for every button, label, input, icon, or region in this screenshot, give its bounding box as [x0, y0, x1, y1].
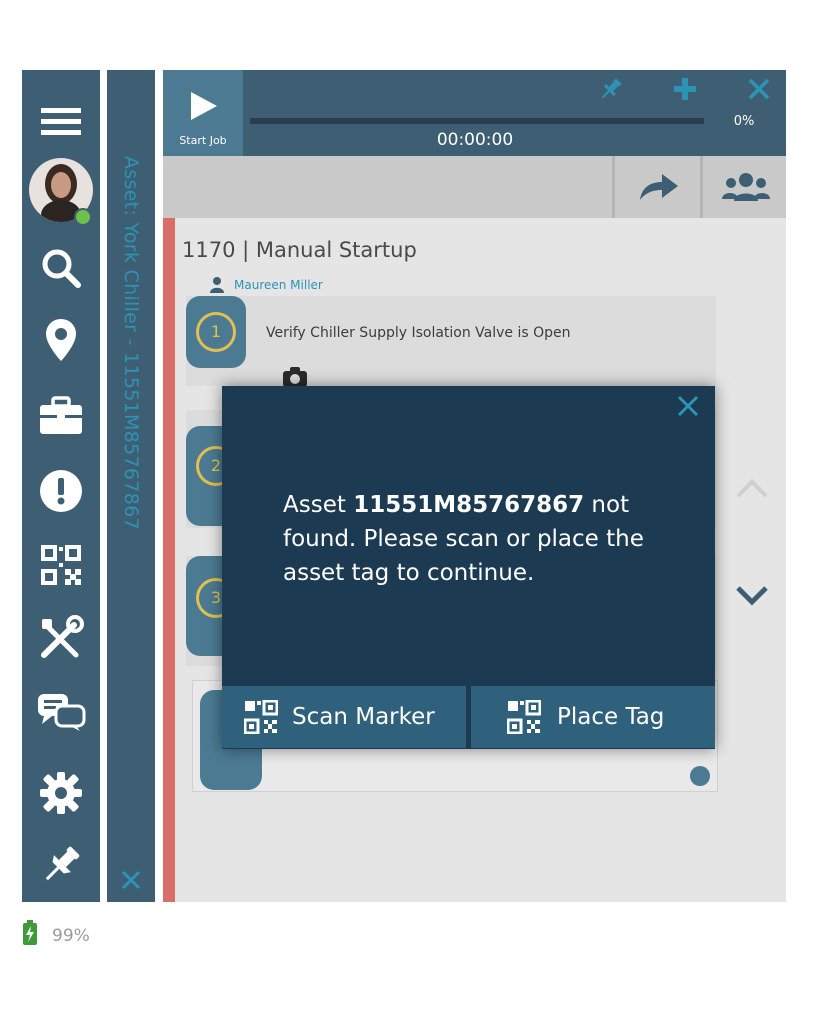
step-number: 1 [196, 312, 236, 352]
step-card[interactable] [186, 296, 716, 386]
step-marker: 1 [186, 296, 246, 368]
alert-strip [163, 218, 175, 902]
asset-sidebar-title: Asset: York Chiller - 11551M85767867 [120, 156, 142, 530]
close-icon[interactable] [121, 870, 141, 890]
scan-marker-button[interactable]: Scan Marker [222, 686, 466, 748]
close-icon[interactable] [676, 394, 700, 418]
job-progress-bar [250, 118, 704, 124]
avatar[interactable] [22, 156, 100, 226]
online-status-icon [74, 208, 92, 226]
forward-arrow-icon [640, 174, 678, 200]
place-tag-label: Place Tag [557, 704, 665, 730]
qr-code-icon [244, 700, 278, 734]
search-icon[interactable] [22, 246, 100, 290]
battery-percent: 99% [52, 926, 90, 946]
place-tag-button[interactable]: Place Tag [471, 686, 715, 748]
scan-marker-label: Scan Marker [292, 704, 435, 730]
close-icon[interactable] [748, 78, 770, 100]
assignee-name: Maureen Miller [234, 278, 323, 292]
progress-percent: 0% [733, 114, 755, 129]
alert-icon[interactable] [22, 468, 100, 514]
settings-icon[interactable] [22, 770, 100, 816]
job-title: 1170 | Manual Startup [182, 238, 417, 262]
tools-icon[interactable] [22, 614, 100, 662]
job-timer: 00:00:00 [436, 130, 514, 150]
step-text: Verify Chiller Supply Isolation Valve is… [266, 325, 571, 341]
dialog-message: Asset 11551M85767867 not found. Please s… [283, 488, 663, 590]
menu-icon[interactable] [22, 102, 100, 142]
pin-icon[interactable] [22, 842, 100, 888]
message-prefix: Asset [283, 492, 354, 518]
scroll-up-icon[interactable] [734, 476, 770, 500]
scroll-down-icon[interactable] [734, 584, 770, 608]
qr-code-icon[interactable] [22, 542, 100, 588]
team-icon [722, 173, 770, 201]
add-icon[interactable] [672, 76, 698, 102]
toolbox-icon[interactable] [22, 394, 100, 438]
location-icon[interactable] [22, 316, 100, 364]
chat-icon[interactable] [22, 690, 100, 734]
battery-icon [22, 920, 38, 946]
team-button[interactable] [700, 156, 789, 218]
asset-sidebar: Asset: York Chiller - 11551M85767867 [107, 70, 155, 902]
pin-icon[interactable] [598, 76, 624, 102]
comment-icon[interactable] [688, 764, 712, 788]
qr-code-icon [507, 700, 541, 734]
person-icon [209, 276, 225, 294]
left-nav [22, 70, 100, 902]
asset-id: 11551M85767867 [353, 492, 585, 518]
start-job-button[interactable]: Start Job [163, 70, 243, 156]
camera-icon[interactable] [282, 366, 308, 388]
start-job-label: Start Job [179, 134, 227, 147]
play-icon [189, 90, 219, 122]
asset-not-found-dialog: Asset 11551M85767867 not found. Please s… [222, 386, 715, 749]
share-button[interactable] [612, 156, 701, 218]
